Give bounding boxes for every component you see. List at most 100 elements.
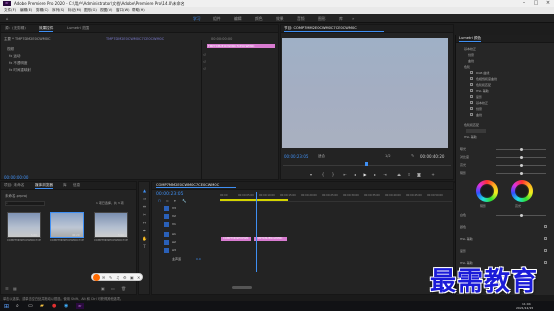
menu-clip[interactable]: 剪辑(C) (36, 8, 49, 13)
lumetri-section[interactable]: 基本校正 (476, 101, 488, 105)
lift-icon[interactable]: ⏏ (396, 172, 402, 177)
fit-dropdown[interactable]: 适合 (318, 154, 325, 159)
selection-tool-icon[interactable]: ▲ (142, 188, 147, 193)
lumetri-item[interactable]: RGB 曲线 (476, 71, 489, 75)
toolbar-icon[interactable]: ✉ (102, 275, 105, 280)
shadows-color-wheel[interactable] (476, 180, 498, 202)
timeline-playhead[interactable] (256, 192, 257, 272)
slip-tool-icon[interactable]: ↔ (142, 220, 147, 225)
menu-window[interactable]: 窗口(W) (116, 8, 130, 13)
minimize-icon[interactable]: – (518, 0, 530, 7)
task-view-icon[interactable]: ▭ (28, 303, 33, 309)
timeline-sequence-tab[interactable]: COMP7MM2E0CWM0C7CE0CWM0C (156, 183, 236, 188)
slider-knob[interactable] (520, 172, 523, 175)
add-marker-timeline-icon[interactable]: ▾ (174, 199, 176, 203)
toolbar-icon[interactable]: ♫ (116, 275, 120, 280)
menu-graphics[interactable]: 图形(G) (84, 8, 97, 13)
track-target-v3[interactable] (164, 206, 169, 211)
search-input[interactable] (5, 201, 45, 206)
selected-row[interactable] (466, 129, 486, 133)
wrench-icon[interactable]: ✎ (411, 153, 414, 158)
slider-track[interactable] (496, 148, 546, 151)
premiere-taskbar-icon[interactable]: Pr (76, 303, 84, 309)
app-logo-icon[interactable] (93, 274, 100, 281)
monitor-playhead[interactable] (365, 162, 368, 166)
item-checkbox[interactable] (470, 107, 473, 110)
item-checkbox[interactable] (470, 95, 473, 98)
toolbar-icon[interactable]: ⚙ (123, 275, 127, 280)
ripple-edit-tool-icon[interactable]: ⇹ (142, 204, 147, 209)
lumetri-item[interactable]: 基本校正 (464, 47, 476, 51)
menu-sequence[interactable]: 序列(S) (52, 8, 64, 13)
reset-icon[interactable]: ↺ (203, 67, 206, 71)
slider-track[interactable] (496, 172, 546, 175)
timeline-ruler[interactable]: 00:00 00:00:05:00 00:00:10:00 00:00:15:0… (220, 192, 452, 202)
slider-knob[interactable] (520, 164, 523, 167)
list-view-icon[interactable]: ☰ (5, 286, 9, 291)
type-tool-icon[interactable]: T (142, 244, 147, 249)
go-to-in-icon[interactable]: ⇤ (342, 172, 348, 177)
menu-view[interactable]: 视图(V) (100, 8, 112, 13)
mark-out-icon[interactable]: } (330, 172, 336, 177)
snap-icon[interactable]: ⊓ (158, 199, 161, 203)
lumetri-item[interactable]: 曲线 (468, 59, 474, 63)
workspace-audio[interactable]: 音频 (297, 16, 305, 22)
tab-lumetri-scopes[interactable]: Lumetri 范围 (67, 26, 89, 31)
new-item-icon[interactable]: ▣ (101, 286, 105, 291)
lumetri-item[interactable]: 色轮和匹配 (476, 83, 491, 87)
menu-help[interactable]: 帮助(H) (132, 8, 145, 13)
tab-effect-controls[interactable]: 效果控件 (39, 26, 54, 32)
button-editor-icon[interactable]: + (430, 172, 436, 177)
checkbox[interactable] (544, 261, 547, 264)
play-icon[interactable]: ▶ (362, 172, 368, 177)
highlights-color-wheel[interactable] (511, 180, 533, 202)
item-checkbox[interactable] (470, 77, 473, 80)
reset-icon[interactable]: ↺ (203, 60, 206, 64)
toolbar-icon[interactable]: ▣ (130, 275, 134, 280)
opacity-effect[interactable]: fx 不透明度 (9, 61, 27, 66)
track-select-tool-icon[interactable]: ⇒ (142, 196, 147, 201)
timeline-scrollbar[interactable] (232, 286, 252, 289)
workspace-assembly[interactable]: 组件 (213, 16, 221, 22)
menu-file[interactable]: 文件(F) (4, 8, 16, 13)
work-area-bar[interactable] (220, 199, 288, 201)
tab-media-browser[interactable]: 媒体浏览器 (35, 183, 53, 189)
slider-knob[interactable] (520, 214, 523, 217)
close-icon[interactable]: × (542, 0, 554, 7)
file-explorer-icon[interactable]: ▰ (40, 303, 44, 309)
master-volume[interactable]: 0.0 (196, 257, 201, 261)
lumetri-section[interactable]: 曲线 (476, 113, 482, 117)
scale-dropdown[interactable]: 1/2 (385, 154, 391, 158)
workspace-libraries[interactable]: 库 (339, 16, 343, 22)
go-to-out-icon[interactable]: ⇥ (382, 172, 388, 177)
workspace-editing[interactable]: 编辑 (234, 16, 242, 22)
app-icon[interactable]: ● (52, 303, 56, 309)
tab-libraries[interactable]: 库 (63, 183, 67, 188)
slider-knob[interactable] (520, 148, 523, 151)
lumetri-item[interactable]: 色轮 (464, 65, 470, 69)
lumetri-item[interactable]: 色相饱和度曲线 (476, 77, 497, 81)
maximize-icon[interactable]: □ (530, 0, 542, 7)
toolbar-icon[interactable]: ✕ (137, 275, 140, 280)
step-back-icon[interactable]: ◂ (352, 172, 358, 177)
track-area[interactable]: COMP7MM2E0CWM TMP7DM2E0CWM0C (220, 192, 452, 274)
lumetri-item[interactable]: HSL 辅助 (476, 89, 489, 93)
lumetri-item[interactable]: 晕影 (476, 95, 482, 99)
tab-source[interactable]: 源：(无剪辑) (5, 26, 26, 31)
checkbox[interactable] (544, 225, 547, 228)
timeline-clip-1[interactable]: COMP7MM2E0CWM (221, 237, 251, 241)
lumetri-item[interactable]: 创意 (468, 53, 474, 57)
monitor-scrub-bar[interactable] (283, 162, 451, 166)
time-remap-effect[interactable]: fx 时间重映射 (9, 68, 31, 73)
item-checkbox[interactable] (470, 113, 473, 116)
lumetri-section[interactable]: 色轮和匹配 (464, 123, 479, 127)
lumetri-section[interactable]: 创意 (476, 107, 482, 111)
mark-in-icon[interactable]: { (320, 172, 326, 177)
tab-project[interactable]: 项目: 未命名 (4, 183, 24, 188)
workspace-graphics[interactable]: 图形 (318, 16, 326, 22)
extract-icon[interactable]: ⇧ (406, 172, 412, 177)
reset-icon[interactable]: ↺ (203, 53, 206, 57)
slider-track[interactable] (496, 156, 546, 159)
windows-start-icon[interactable]: ⊞ (4, 303, 9, 310)
linked-selection-icon[interactable]: ⊂ (166, 199, 169, 203)
